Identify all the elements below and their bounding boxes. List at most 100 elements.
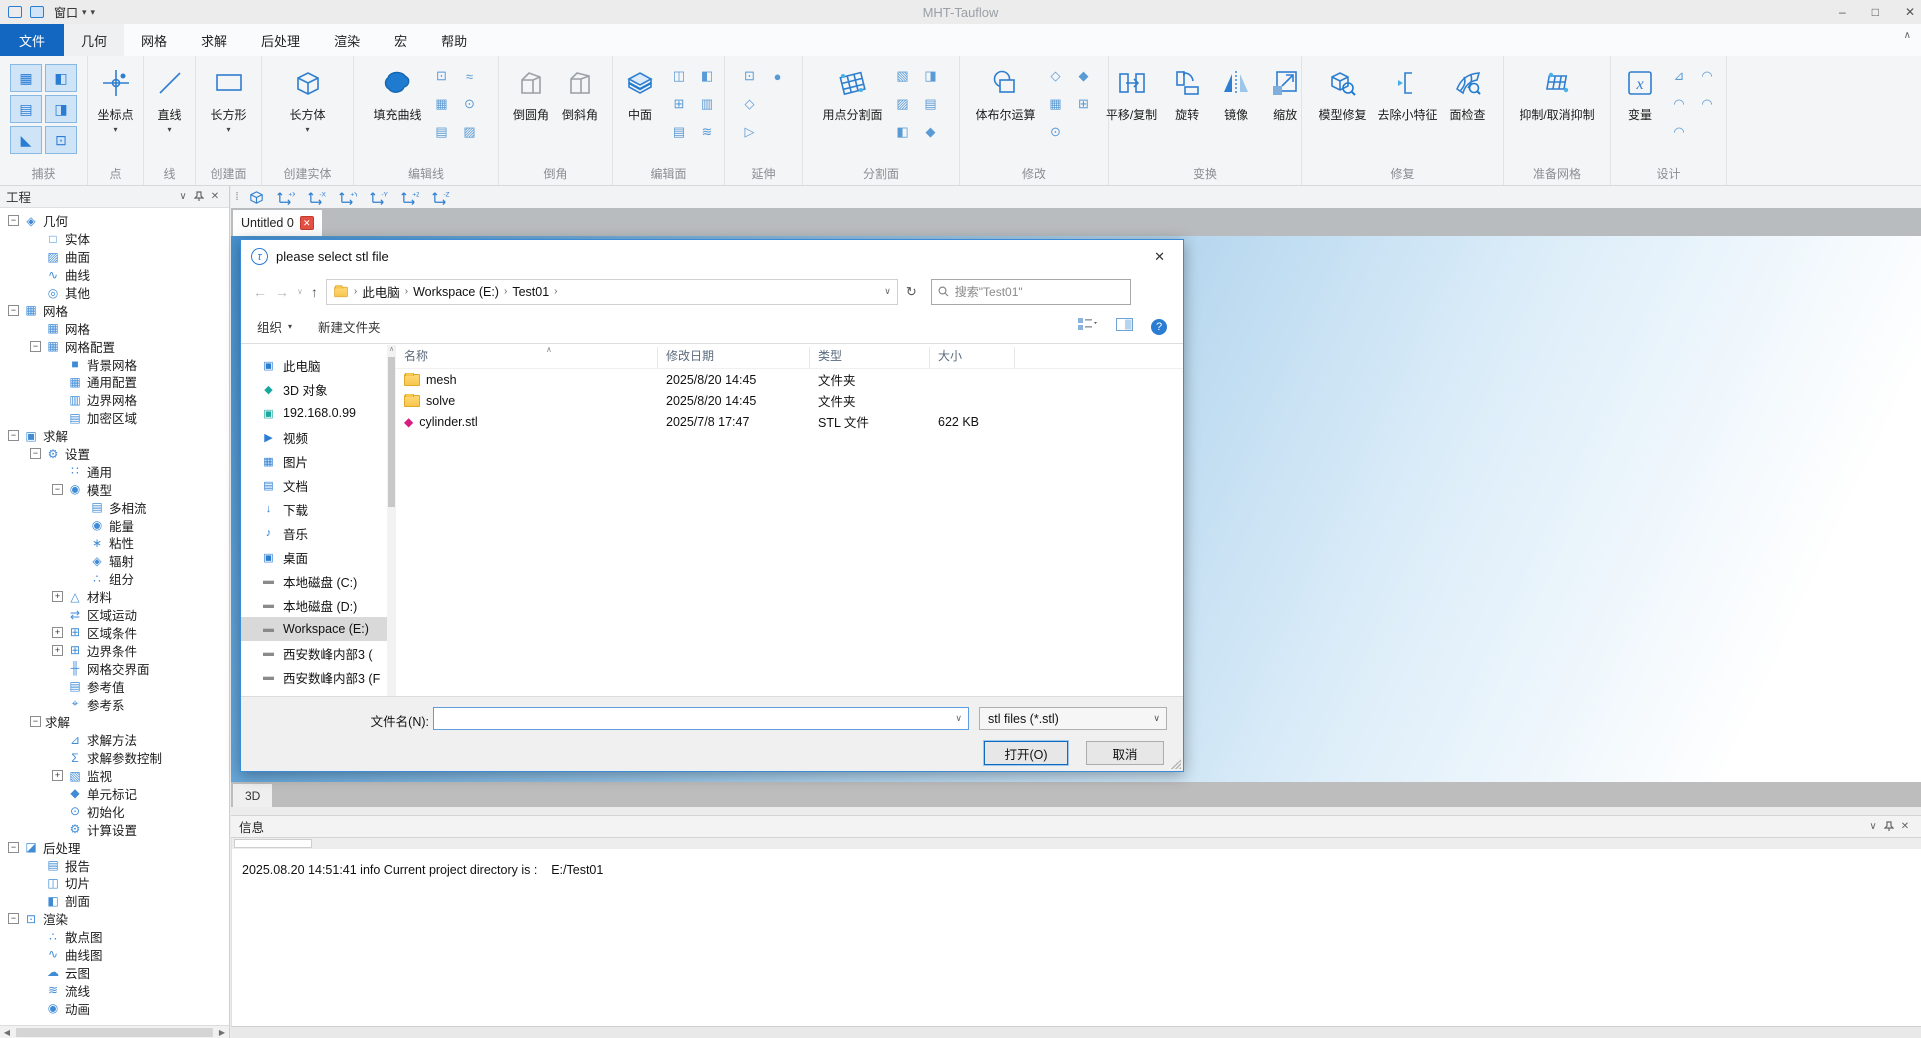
tree-item-求解[interactable]: −求解 xyxy=(0,713,229,731)
modify-solid-icon[interactable]: ◆ xyxy=(1075,67,1093,85)
project-curve-icon[interactable]: ⊙ xyxy=(461,95,479,113)
tree-item-网格[interactable]: ▦网格 xyxy=(0,319,229,337)
sidebar-item-下载[interactable]: ↓下载 xyxy=(241,497,387,521)
point-on-curve-icon[interactable]: ⊡ xyxy=(433,67,451,85)
new-folder-button[interactable]: 新建文件夹 xyxy=(318,317,381,336)
extend-cylinder-icon[interactable]: ● xyxy=(769,67,787,85)
tree-item-网格配置[interactable]: −▦网格配置 xyxy=(0,337,229,355)
customize-toolbar-icon[interactable]: ▾ xyxy=(91,7,96,18)
tree-item-单元标记[interactable]: ◆单元标记 xyxy=(0,785,229,803)
split-surface-2-icon[interactable]: ▨ xyxy=(894,95,912,113)
design-sensor-4-icon[interactable]: ◠ xyxy=(1698,95,1716,113)
sidebar-item-音乐[interactable]: ♪音乐 xyxy=(241,521,387,545)
tree-item-曲线图[interactable]: ∿曲线图 xyxy=(0,946,229,964)
view-plusminus-z-icon[interactable]: +Z xyxy=(400,189,419,206)
snap-center-icon[interactable]: ⊡ xyxy=(45,126,77,154)
breadcrumb-caret-icon[interactable]: ∨ xyxy=(884,286,891,297)
design-sensor-2-icon[interactable]: ◠ xyxy=(1670,123,1688,141)
snap-corner-icon[interactable]: ◣ xyxy=(10,126,42,154)
nav-history-caret-icon[interactable]: ∨ xyxy=(297,287,303,296)
sidebar-item-本地磁盘 (C:)[interactable]: ▬本地磁盘 (C:) xyxy=(241,569,387,593)
straight-line-button[interactable]: 直线 ▾ xyxy=(147,61,193,136)
info-pin-icon[interactable] xyxy=(1881,820,1897,834)
sidebar-item-文档[interactable]: ▤文档 xyxy=(241,473,387,497)
rectangle-button[interactable]: 长方形 ▾ xyxy=(206,61,252,136)
tree-item-求解参数控制[interactable]: Σ求解参数控制 xyxy=(0,749,229,767)
modify-cubes-icon[interactable]: ◇ xyxy=(1047,67,1065,85)
maximize-button[interactable]: □ xyxy=(1872,6,1879,18)
sidebar-item-192.168.0.99[interactable]: ▣192.168.0.99 xyxy=(241,401,387,425)
translate-copy-button[interactable]: 平移/复制 xyxy=(1102,61,1161,125)
modify-surface-icon[interactable]: ▦ xyxy=(1047,95,1065,113)
breadcrumb-item-Test01[interactable]: Test01 xyxy=(512,285,549,299)
split-surface-3-icon[interactable]: ◧ xyxy=(894,123,912,141)
tree-item-边界网格[interactable]: ▥边界网格 xyxy=(0,391,229,409)
tree-item-多相流[interactable]: ▤多相流 xyxy=(0,498,229,516)
view-minus-y-icon[interactable]: -Y xyxy=(369,189,388,206)
sidebar-item-此电脑[interactable]: ▣此电脑 xyxy=(241,353,387,377)
model-repair-button[interactable]: 模型修复 xyxy=(1314,61,1370,125)
column-type[interactable]: 类型 xyxy=(810,347,930,368)
tree-item-辐射[interactable]: ◈辐射 xyxy=(0,552,229,570)
mid-surface-button[interactable]: 中面 xyxy=(617,61,663,125)
design-sensor-3-icon[interactable]: ◠ xyxy=(1698,67,1716,85)
stitch-face-icon[interactable]: ▥ xyxy=(698,95,716,113)
fill-curve-button[interactable]: 填充曲线 xyxy=(369,61,425,125)
tree-item-渲染[interactable]: −⊡渲染 xyxy=(0,910,229,928)
face-check-button[interactable]: 面检查 xyxy=(1445,61,1491,125)
save-icon[interactable] xyxy=(30,6,44,18)
tree-item-几何[interactable]: −◈几何 xyxy=(0,212,229,230)
sidebar-item-3D 对象[interactable]: ◆3D 对象 xyxy=(241,377,387,401)
sidebar-scroll-thumb[interactable] xyxy=(388,357,395,507)
menu-item-几何[interactable]: 几何 xyxy=(64,24,124,56)
chamfer-button[interactable]: 倒斜角 xyxy=(557,61,603,125)
nav-up-icon[interactable]: ↑ xyxy=(311,284,318,300)
split-surface-1-icon[interactable]: ▧ xyxy=(894,67,912,85)
menu-item-文件[interactable]: 文件 xyxy=(0,24,64,56)
nav-back-icon[interactable]: ← xyxy=(253,284,267,300)
coordinate-point-button[interactable]: 坐标点 ▾ xyxy=(93,61,139,136)
filename-input[interactable]: ∨ xyxy=(433,707,969,730)
minimize-button[interactable]: – xyxy=(1839,6,1846,18)
dialog-resize-grip[interactable] xyxy=(1171,759,1181,769)
expand-icon[interactable]: + xyxy=(52,591,63,602)
tree-item-求解方法[interactable]: ⊿求解方法 xyxy=(0,731,229,749)
fillet-button[interactable]: 倒圆角 xyxy=(508,61,554,125)
extend-leaf-icon[interactable]: ▷ xyxy=(741,123,759,141)
menu-item-帮助[interactable]: 帮助 xyxy=(424,24,484,56)
axis-cube-icon[interactable] xyxy=(247,189,266,206)
tree-item-求解[interactable]: −▣求解 xyxy=(0,427,229,445)
sidebar-item-本地磁盘 (D:)[interactable]: ▬本地磁盘 (D:) xyxy=(241,593,387,617)
new-window-icon[interactable] xyxy=(8,6,22,18)
menu-item-网格[interactable]: 网格 xyxy=(124,24,184,56)
column-name[interactable]: 名称 xyxy=(396,347,658,368)
menu-item-宏[interactable]: 宏 xyxy=(377,24,424,56)
collapse-icon[interactable]: − xyxy=(30,448,41,459)
rotate-button[interactable]: 旋转 xyxy=(1164,61,1210,125)
snap-face-icon[interactable]: ◨ xyxy=(45,95,77,123)
snap-grid-icon[interactable]: ▦ xyxy=(10,64,42,92)
toolbar-drag-handle[interactable]: ⁞⁞ xyxy=(235,191,237,203)
project-panel-hscrollbar[interactable]: ◀ ▶ xyxy=(0,1025,229,1038)
tree-item-能量[interactable]: ◉能量 xyxy=(0,516,229,534)
pin-point-icon[interactable]: ▤ xyxy=(433,123,451,141)
info-hscrollbar[interactable] xyxy=(232,838,1921,849)
sidebar-item-西安数峰内部3 ([interactable]: ▬西安数峰内部3 ( xyxy=(241,641,387,665)
sidebar-item-桌面[interactable]: ▣桌面 xyxy=(241,545,387,569)
sidebar-scrollbar[interactable]: ∧ xyxy=(387,345,396,696)
expand-icon[interactable]: + xyxy=(52,645,63,656)
filetype-select[interactable]: stl files (*.stl) ∨ xyxy=(979,707,1167,730)
tree-item-模型[interactable]: −◉模型 xyxy=(0,480,229,498)
tree-item-报告[interactable]: ▤报告 xyxy=(0,856,229,874)
info-close-icon[interactable]: ✕ xyxy=(1897,820,1913,834)
tree-item-材料[interactable]: +△材料 xyxy=(0,588,229,606)
tree-item-散点图[interactable]: ∴散点图 xyxy=(0,928,229,946)
column-size[interactable]: 大小 xyxy=(930,347,1015,368)
offset-face-icon[interactable]: ▤ xyxy=(670,123,688,141)
grid-curve-icon[interactable]: ▦ xyxy=(433,95,451,113)
tree-item-边界条件[interactable]: +⊞边界条件 xyxy=(0,641,229,659)
organize-caret-icon[interactable]: ▾ xyxy=(288,322,292,331)
tree-item-其他[interactable]: ◎其他 xyxy=(0,284,229,302)
panel-close-icon[interactable]: ✕ xyxy=(207,190,223,204)
splitter[interactable] xyxy=(231,807,1921,815)
